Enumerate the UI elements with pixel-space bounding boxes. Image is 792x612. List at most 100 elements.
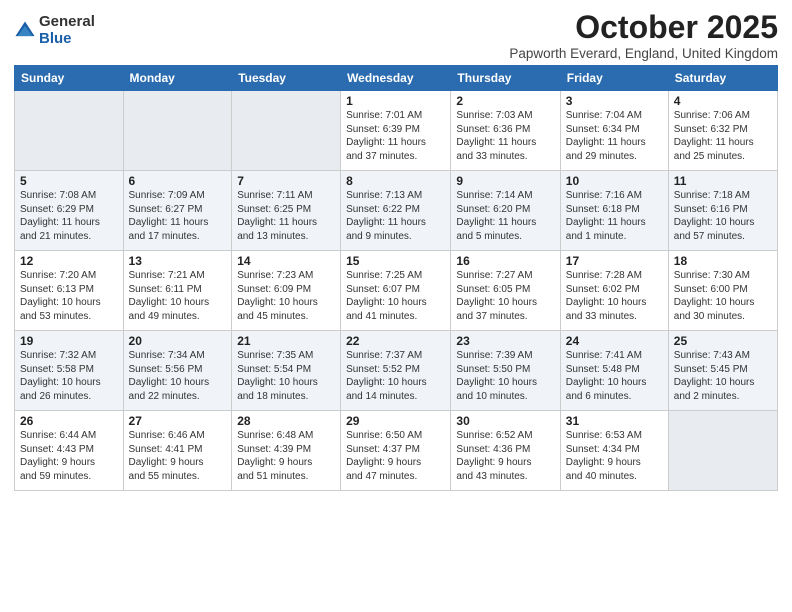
logo-blue: Blue — [39, 31, 95, 48]
col-wednesday: Wednesday — [341, 66, 451, 91]
day-number: 25 — [674, 334, 772, 348]
calendar-week-1: 1Sunrise: 7:01 AM Sunset: 6:39 PM Daylig… — [15, 91, 778, 171]
day-number: 13 — [129, 254, 227, 268]
calendar-cell: 10Sunrise: 7:16 AM Sunset: 6:18 PM Dayli… — [560, 171, 668, 251]
calendar-cell: 24Sunrise: 7:41 AM Sunset: 5:48 PM Dayli… — [560, 331, 668, 411]
day-info: Sunrise: 6:53 AM Sunset: 4:34 PM Dayligh… — [566, 429, 663, 483]
calendar-cell: 27Sunrise: 6:46 AM Sunset: 4:41 PM Dayli… — [123, 411, 232, 491]
calendar-cell: 31Sunrise: 6:53 AM Sunset: 4:34 PM Dayli… — [560, 411, 668, 491]
day-number: 31 — [566, 414, 663, 428]
day-info: Sunrise: 7:11 AM Sunset: 6:25 PM Dayligh… — [237, 189, 335, 243]
day-number: 15 — [346, 254, 445, 268]
col-friday: Friday — [560, 66, 668, 91]
calendar-cell: 26Sunrise: 6:44 AM Sunset: 4:43 PM Dayli… — [15, 411, 124, 491]
month-title: October 2025 — [509, 10, 778, 45]
day-number: 14 — [237, 254, 335, 268]
col-thursday: Thursday — [451, 66, 560, 91]
day-number: 28 — [237, 414, 335, 428]
logo-general: General — [39, 14, 95, 31]
day-info: Sunrise: 7:32 AM Sunset: 5:58 PM Dayligh… — [20, 349, 118, 403]
day-info: Sunrise: 7:20 AM Sunset: 6:13 PM Dayligh… — [20, 269, 118, 323]
day-info: Sunrise: 6:44 AM Sunset: 4:43 PM Dayligh… — [20, 429, 118, 483]
day-number: 17 — [566, 254, 663, 268]
title-block: October 2025 Papworth Everard, England, … — [509, 10, 778, 61]
day-info: Sunrise: 6:52 AM Sunset: 4:36 PM Dayligh… — [456, 429, 554, 483]
day-info: Sunrise: 6:46 AM Sunset: 4:41 PM Dayligh… — [129, 429, 227, 483]
day-info: Sunrise: 7:35 AM Sunset: 5:54 PM Dayligh… — [237, 349, 335, 403]
calendar-cell: 30Sunrise: 6:52 AM Sunset: 4:36 PM Dayli… — [451, 411, 560, 491]
day-number: 18 — [674, 254, 772, 268]
calendar-cell: 21Sunrise: 7:35 AM Sunset: 5:54 PM Dayli… — [232, 331, 341, 411]
day-number: 3 — [566, 94, 663, 108]
day-number: 5 — [20, 174, 118, 188]
day-info: Sunrise: 7:06 AM Sunset: 6:32 PM Dayligh… — [674, 109, 772, 163]
day-number: 21 — [237, 334, 335, 348]
day-info: Sunrise: 6:48 AM Sunset: 4:39 PM Dayligh… — [237, 429, 335, 483]
page: General Blue October 2025 Papworth Evera… — [0, 0, 792, 612]
calendar-table: Sunday Monday Tuesday Wednesday Thursday… — [14, 65, 778, 491]
calendar-cell: 3Sunrise: 7:04 AM Sunset: 6:34 PM Daylig… — [560, 91, 668, 171]
day-number: 2 — [456, 94, 554, 108]
calendar-cell — [668, 411, 777, 491]
calendar-cell: 7Sunrise: 7:11 AM Sunset: 6:25 PM Daylig… — [232, 171, 341, 251]
day-number: 10 — [566, 174, 663, 188]
calendar-cell: 8Sunrise: 7:13 AM Sunset: 6:22 PM Daylig… — [341, 171, 451, 251]
calendar-cell: 28Sunrise: 6:48 AM Sunset: 4:39 PM Dayli… — [232, 411, 341, 491]
day-info: Sunrise: 7:21 AM Sunset: 6:11 PM Dayligh… — [129, 269, 227, 323]
logo: General Blue — [14, 14, 95, 47]
day-info: Sunrise: 7:13 AM Sunset: 6:22 PM Dayligh… — [346, 189, 445, 243]
day-info: Sunrise: 7:01 AM Sunset: 6:39 PM Dayligh… — [346, 109, 445, 163]
day-info: Sunrise: 7:09 AM Sunset: 6:27 PM Dayligh… — [129, 189, 227, 243]
day-info: Sunrise: 7:23 AM Sunset: 6:09 PM Dayligh… — [237, 269, 335, 323]
day-number: 26 — [20, 414, 118, 428]
col-tuesday: Tuesday — [232, 66, 341, 91]
day-number: 19 — [20, 334, 118, 348]
day-number: 4 — [674, 94, 772, 108]
calendar-cell: 18Sunrise: 7:30 AM Sunset: 6:00 PM Dayli… — [668, 251, 777, 331]
day-info: Sunrise: 7:43 AM Sunset: 5:45 PM Dayligh… — [674, 349, 772, 403]
calendar-week-4: 19Sunrise: 7:32 AM Sunset: 5:58 PM Dayli… — [15, 331, 778, 411]
calendar-cell: 19Sunrise: 7:32 AM Sunset: 5:58 PM Dayli… — [15, 331, 124, 411]
day-number: 11 — [674, 174, 772, 188]
calendar-cell: 13Sunrise: 7:21 AM Sunset: 6:11 PM Dayli… — [123, 251, 232, 331]
day-number: 24 — [566, 334, 663, 348]
logo-icon — [14, 20, 36, 42]
day-info: Sunrise: 7:08 AM Sunset: 6:29 PM Dayligh… — [20, 189, 118, 243]
day-info: Sunrise: 7:28 AM Sunset: 6:02 PM Dayligh… — [566, 269, 663, 323]
calendar-cell: 29Sunrise: 6:50 AM Sunset: 4:37 PM Dayli… — [341, 411, 451, 491]
col-sunday: Sunday — [15, 66, 124, 91]
day-info: Sunrise: 7:41 AM Sunset: 5:48 PM Dayligh… — [566, 349, 663, 403]
day-number: 9 — [456, 174, 554, 188]
calendar-cell: 5Sunrise: 7:08 AM Sunset: 6:29 PM Daylig… — [15, 171, 124, 251]
day-number: 1 — [346, 94, 445, 108]
calendar-week-5: 26Sunrise: 6:44 AM Sunset: 4:43 PM Dayli… — [15, 411, 778, 491]
day-info: Sunrise: 7:27 AM Sunset: 6:05 PM Dayligh… — [456, 269, 554, 323]
logo-text: General Blue — [39, 14, 95, 47]
day-number: 27 — [129, 414, 227, 428]
calendar-cell: 23Sunrise: 7:39 AM Sunset: 5:50 PM Dayli… — [451, 331, 560, 411]
calendar-cell: 15Sunrise: 7:25 AM Sunset: 6:07 PM Dayli… — [341, 251, 451, 331]
calendar-cell: 12Sunrise: 7:20 AM Sunset: 6:13 PM Dayli… — [15, 251, 124, 331]
day-info: Sunrise: 7:37 AM Sunset: 5:52 PM Dayligh… — [346, 349, 445, 403]
day-number: 6 — [129, 174, 227, 188]
col-monday: Monday — [123, 66, 232, 91]
day-number: 30 — [456, 414, 554, 428]
calendar-cell: 16Sunrise: 7:27 AM Sunset: 6:05 PM Dayli… — [451, 251, 560, 331]
calendar-cell: 22Sunrise: 7:37 AM Sunset: 5:52 PM Dayli… — [341, 331, 451, 411]
day-info: Sunrise: 7:03 AM Sunset: 6:36 PM Dayligh… — [456, 109, 554, 163]
day-number: 20 — [129, 334, 227, 348]
day-info: Sunrise: 7:34 AM Sunset: 5:56 PM Dayligh… — [129, 349, 227, 403]
day-number: 16 — [456, 254, 554, 268]
calendar-cell: 9Sunrise: 7:14 AM Sunset: 6:20 PM Daylig… — [451, 171, 560, 251]
calendar-cell: 6Sunrise: 7:09 AM Sunset: 6:27 PM Daylig… — [123, 171, 232, 251]
calendar-cell: 20Sunrise: 7:34 AM Sunset: 5:56 PM Dayli… — [123, 331, 232, 411]
day-number: 23 — [456, 334, 554, 348]
calendar-cell: 2Sunrise: 7:03 AM Sunset: 6:36 PM Daylig… — [451, 91, 560, 171]
calendar-cell: 25Sunrise: 7:43 AM Sunset: 5:45 PM Dayli… — [668, 331, 777, 411]
col-saturday: Saturday — [668, 66, 777, 91]
day-info: Sunrise: 7:30 AM Sunset: 6:00 PM Dayligh… — [674, 269, 772, 323]
header: General Blue October 2025 Papworth Evera… — [14, 10, 778, 61]
day-info: Sunrise: 7:39 AM Sunset: 5:50 PM Dayligh… — [456, 349, 554, 403]
calendar-week-2: 5Sunrise: 7:08 AM Sunset: 6:29 PM Daylig… — [15, 171, 778, 251]
day-info: Sunrise: 7:16 AM Sunset: 6:18 PM Dayligh… — [566, 189, 663, 243]
